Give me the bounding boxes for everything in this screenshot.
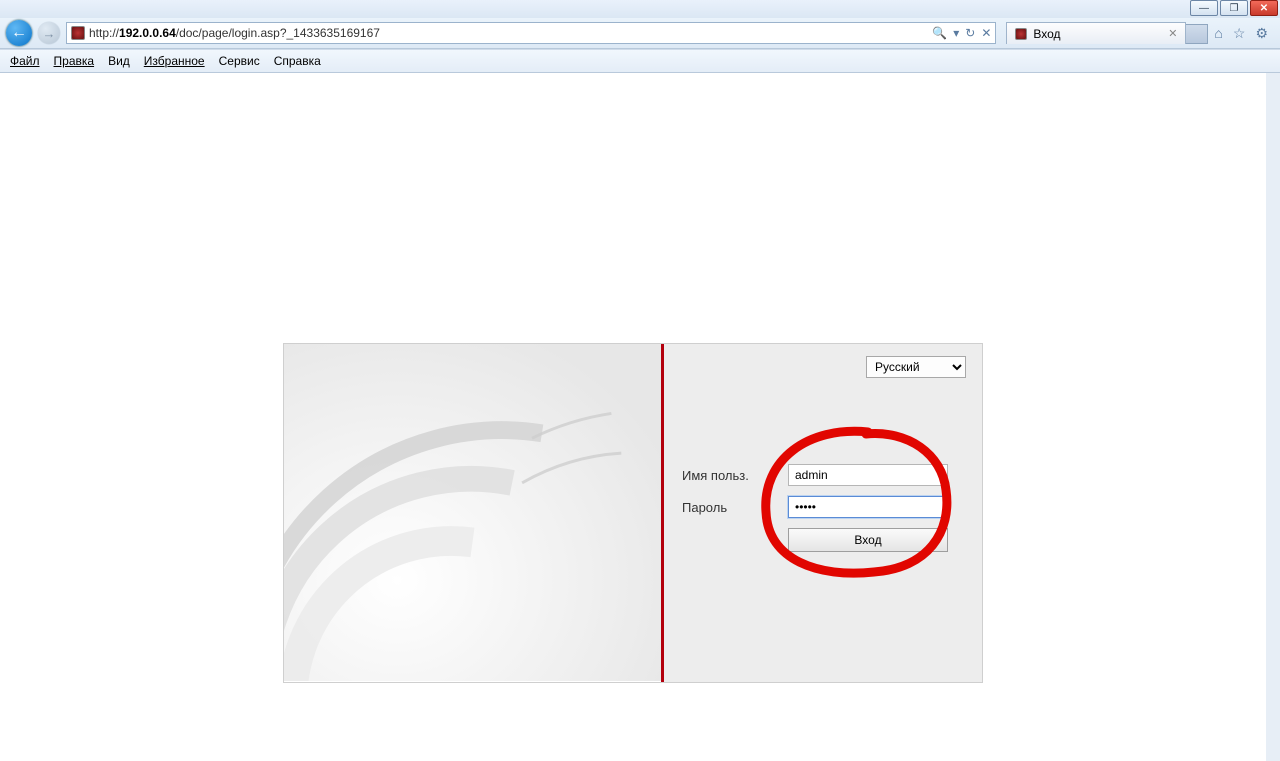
login-form: Имя польз. Пароль Вход <box>682 464 964 552</box>
tab-close-icon[interactable]: ✕ <box>1168 27 1177 40</box>
favorites-icon[interactable]: ☆ <box>1233 25 1246 42</box>
refresh-icon[interactable]: ↻ <box>965 26 975 40</box>
site-favicon-icon <box>71 26 85 40</box>
home-icon[interactable]: ⌂ <box>1214 25 1222 42</box>
username-label: Имя польз. <box>682 468 788 483</box>
url-actions: 🔍 ▾ ↻ ✕ <box>932 26 991 40</box>
search-icon[interactable]: 🔍 <box>932 26 947 40</box>
password-label: Пароль <box>682 500 788 515</box>
menu-tools[interactable]: Сервис <box>219 54 260 68</box>
maximize-button[interactable]: ❐ <box>1220 0 1248 16</box>
minimize-button[interactable]: — <box>1190 0 1218 16</box>
stop-icon[interactable]: ✕ <box>981 26 991 40</box>
menu-view[interactable]: Вид <box>108 54 130 68</box>
menu-edit[interactable]: Правка <box>54 54 95 68</box>
page-viewport: HiWatch <box>0 73 1280 761</box>
decorative-swirl-icon <box>284 344 661 681</box>
menu-file[interactable]: Файл <box>10 54 40 68</box>
tab-favicon-icon <box>1015 28 1027 40</box>
window-controls: — ❐ ✕ <box>0 0 1280 18</box>
url-text: http://192.0.0.64/doc/page/login.asp?_14… <box>89 26 928 40</box>
tools-icon[interactable]: ⚙ <box>1255 25 1268 42</box>
login-panel: Русский Имя польз. Пароль Вход <box>664 344 982 682</box>
menu-bar: Файл Правка Вид Избранное Сервис Справка <box>0 49 1280 73</box>
address-bar[interactable]: http://192.0.0.64/doc/page/login.asp?_14… <box>66 22 996 44</box>
password-input[interactable] <box>788 496 948 518</box>
close-window-button[interactable]: ✕ <box>1250 0 1278 16</box>
brand-panel: HiWatch <box>284 344 664 682</box>
dropdown-icon[interactable]: ▾ <box>953 26 959 40</box>
username-input[interactable] <box>788 464 948 486</box>
tab-strip: Вход ✕ <box>1006 22 1208 44</box>
tab-title: Вход <box>1033 27 1060 41</box>
tab-active[interactable]: Вход ✕ <box>1006 22 1186 44</box>
login-card: HiWatch <box>283 343 983 683</box>
new-tab-button[interactable] <box>1186 24 1208 44</box>
menu-favorites[interactable]: Избранное <box>144 54 205 68</box>
browser-chrome: ← → http://192.0.0.64/doc/page/login.asp… <box>0 18 1280 49</box>
nav-back-button[interactable]: ← <box>6 20 32 46</box>
menu-help[interactable]: Справка <box>274 54 321 68</box>
login-button[interactable]: Вход <box>788 528 948 552</box>
nav-forward-button[interactable]: → <box>38 22 60 44</box>
language-select[interactable]: Русский <box>866 356 966 378</box>
